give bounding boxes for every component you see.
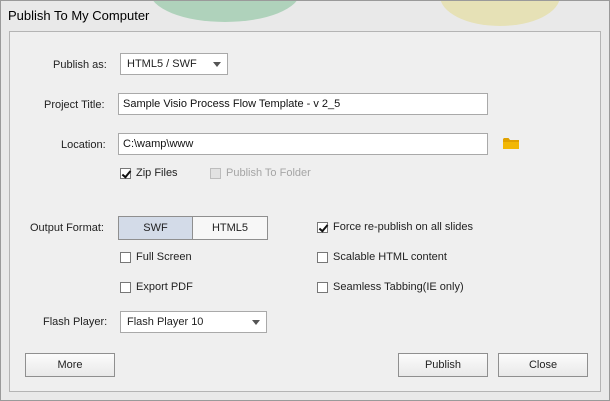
publish-button[interactable]: Publish bbox=[398, 353, 488, 377]
flash-player-value: Flash Player 10 bbox=[127, 316, 204, 328]
full-screen-label: Full Screen bbox=[136, 251, 192, 263]
zip-files-checkbox[interactable]: Zip Files bbox=[120, 167, 178, 179]
chevron-down-icon bbox=[213, 62, 221, 67]
output-format-label: Output Format: bbox=[30, 222, 104, 234]
close-button[interactable]: Close bbox=[498, 353, 588, 377]
output-format-swf-button[interactable]: SWF bbox=[118, 216, 193, 240]
scalable-html-checkbox[interactable]: Scalable HTML content bbox=[317, 251, 447, 263]
dialog-title: Publish To My Computer bbox=[8, 8, 150, 23]
output-format-html5-button[interactable]: HTML5 bbox=[192, 216, 268, 240]
checkbox-unchecked-icon bbox=[210, 167, 221, 179]
seamless-tabbing-label: Seamless Tabbing(IE only) bbox=[333, 281, 464, 293]
flash-player-label: Flash Player: bbox=[43, 316, 108, 328]
checkbox-unchecked-icon bbox=[317, 251, 328, 263]
project-title-label: Project Title: bbox=[44, 99, 105, 111]
force-republish-label: Force re-publish on all slides bbox=[333, 221, 474, 233]
full-screen-checkbox[interactable]: Full Screen bbox=[120, 251, 192, 263]
folder-icon[interactable] bbox=[503, 137, 519, 150]
seamless-tabbing-checkbox[interactable]: Seamless Tabbing(IE only) bbox=[317, 281, 464, 293]
export-pdf-label: Export PDF bbox=[136, 281, 193, 293]
publish-as-label: Publish as: bbox=[53, 59, 107, 71]
force-republish-checkbox[interactable]: Force re-publish on all slides bbox=[317, 221, 473, 233]
more-button[interactable]: More bbox=[25, 353, 115, 377]
checkbox-unchecked-icon bbox=[120, 251, 131, 263]
location-label: Location: bbox=[61, 139, 106, 151]
checkbox-checked-icon bbox=[317, 221, 328, 233]
publish-as-select[interactable]: HTML5 / SWF bbox=[120, 53, 228, 75]
publish-to-folder-checkbox: Publish To Folder bbox=[210, 167, 311, 179]
scalable-html-label: Scalable HTML content bbox=[333, 251, 447, 263]
export-pdf-checkbox[interactable]: Export PDF bbox=[120, 281, 193, 293]
chevron-down-icon bbox=[252, 320, 260, 325]
checkbox-unchecked-icon bbox=[120, 281, 131, 293]
dialog-body: Publish as: HTML5 / SWF Project Title: S… bbox=[9, 31, 601, 392]
project-title-input[interactable]: Sample Visio Process Flow Template - v 2… bbox=[118, 93, 488, 115]
location-input[interactable]: C:\wamp\www bbox=[118, 133, 488, 155]
publish-to-folder-label: Publish To Folder bbox=[226, 167, 311, 179]
publish-dialog: Publish To My Computer Publish as: HTML5… bbox=[0, 0, 610, 401]
checkbox-unchecked-icon bbox=[317, 281, 328, 293]
dialog-titlebar[interactable]: Publish To My Computer bbox=[1, 1, 609, 31]
zip-files-label: Zip Files bbox=[136, 167, 178, 179]
checkbox-checked-icon bbox=[120, 167, 131, 179]
flash-player-select[interactable]: Flash Player 10 bbox=[120, 311, 267, 333]
publish-as-value: HTML5 / SWF bbox=[127, 58, 197, 70]
